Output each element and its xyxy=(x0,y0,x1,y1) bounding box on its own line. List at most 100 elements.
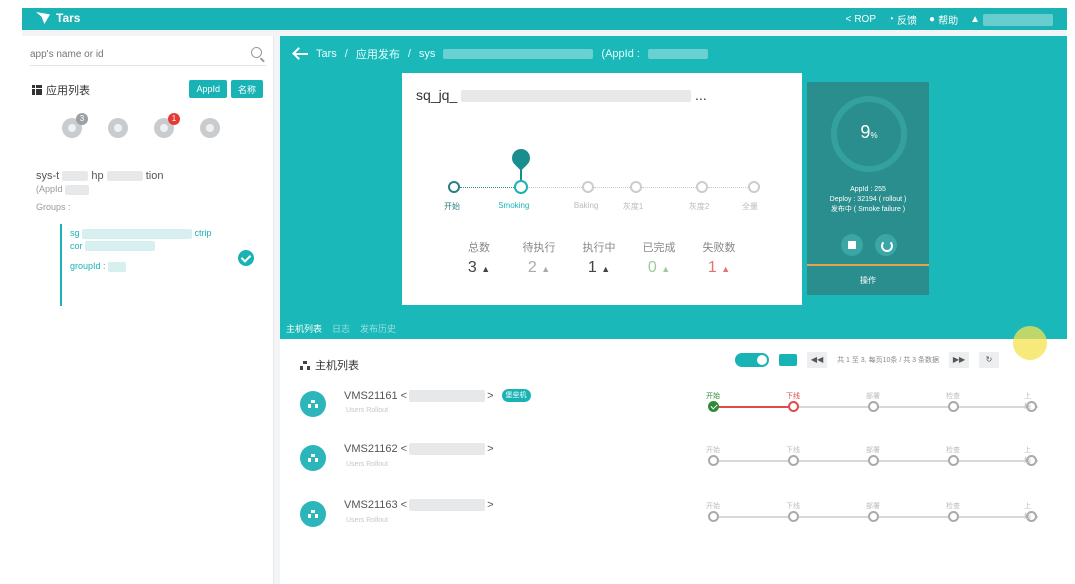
nav-feedback[interactable]: ◔ 反馈 xyxy=(888,12,917,27)
redacted xyxy=(82,228,193,239)
step-connector xyxy=(460,187,514,188)
stat-number: 3 xyxy=(467,259,477,276)
stat-number: 2 xyxy=(527,259,537,276)
app-name-part: hp xyxy=(91,170,104,182)
breadcrumb-separator: / xyxy=(407,48,411,60)
group-item[interactable]: sg ctrip cor groupId : xyxy=(60,224,260,306)
stat-value: 1 ▲ xyxy=(578,259,620,277)
deploy-controls xyxy=(841,234,897,256)
host-name: VMS21163 < > xyxy=(344,499,494,511)
view-toggle[interactable] xyxy=(735,353,770,367)
selected-app-name[interactable]: sys-t hp tion xyxy=(36,170,163,182)
sort-by-name-button[interactable]: 名称 xyxy=(230,80,263,98)
nav-rop[interactable]: < ROP xyxy=(845,14,876,25)
stat-label: 失败数 xyxy=(702,242,736,254)
stat-fail: 失败数 1 ▲ xyxy=(698,239,740,277)
step-pending-icon xyxy=(708,511,719,522)
click-highlight xyxy=(1013,326,1047,360)
step-pending-icon xyxy=(948,511,959,522)
pin-stem xyxy=(520,167,522,181)
redacted xyxy=(85,241,156,252)
group-id: groupId : xyxy=(70,261,260,272)
tab-hosts[interactable]: 主机列表 xyxy=(286,322,322,335)
step-label: 上线 xyxy=(1024,447,1031,464)
step-label: 部署 xyxy=(866,393,880,400)
deploy-header-band: Tars / 应用发布 / sys (AppId : sq_jq_ ... 开始… xyxy=(280,36,1067,339)
step-label: 下线 xyxy=(786,447,800,454)
retry-icon[interactable] xyxy=(875,234,897,256)
step-node xyxy=(448,181,460,193)
view-mode-button[interactable] xyxy=(779,354,798,366)
step-connector xyxy=(594,187,630,188)
tab-logs[interactable]: 日志 xyxy=(332,322,350,335)
host-name-text: VMS21161 < xyxy=(344,389,408,402)
step-pending-icon xyxy=(868,455,879,466)
breadcrumb-app: sys xyxy=(418,48,436,60)
host-step-track: 开始 下线 部署 检查 上线 xyxy=(706,501,1038,527)
nav-rop-label: ROP xyxy=(854,14,876,25)
count-badge: 3 xyxy=(76,113,88,125)
host-row[interactable]: VMS21163 < > Users Rollout 开始 下线 部署 检查 上… xyxy=(300,495,1040,545)
nav-help[interactable]: ● 帮助 xyxy=(929,12,958,27)
breadcrumb-section[interactable]: 应用发布 xyxy=(356,46,400,62)
groups-label: Groups : xyxy=(36,202,71,212)
group-name-part: sg xyxy=(70,228,80,238)
step-pending-icon xyxy=(788,455,799,466)
host-list-toolbar: ◀◀ 共 1 至 3, 每页10条 / 共 3 条数据 ▶▶ ↻ xyxy=(735,352,999,368)
progress-value: 9% xyxy=(837,122,901,143)
user-name-redacted xyxy=(983,13,1053,26)
step-node xyxy=(582,181,594,193)
host-row[interactable]: VMS21161 < > 堡垒机 Users Rollout 开始 下线 部署 … xyxy=(300,385,1040,435)
deploy-info: AppId : 255 Deploy : 32194 ( rollout ) 发… xyxy=(807,185,929,215)
group-subtitle: cor xyxy=(70,241,260,252)
deploy-info-state: 发布中 ( Smoke failure ) xyxy=(830,206,906,213)
pager-summary: 共 1 至 3, 每页10条 / 共 3 条数据 xyxy=(837,357,939,364)
redacted xyxy=(65,184,90,195)
step-label: 下线 xyxy=(786,503,800,510)
host-icon: ▲ xyxy=(541,264,551,274)
host-icon: ▲ xyxy=(481,264,491,274)
first-page-button[interactable]: ◀◀ xyxy=(807,352,828,368)
app-list-title: 应用列表 xyxy=(46,85,90,97)
stat-value: 0 ▲ xyxy=(638,259,680,277)
nav-feedback-label: 反馈 xyxy=(897,16,918,27)
status-filter-icon[interactable]: 1 xyxy=(154,113,180,138)
step-label: 检查 xyxy=(946,503,960,510)
breadcrumb-appid-label: (AppId : xyxy=(601,48,640,60)
status-filter-icon[interactable] xyxy=(108,118,128,138)
brand[interactable]: Tars xyxy=(36,11,80,25)
redacted xyxy=(409,443,486,455)
refresh-icon[interactable]: ↻ xyxy=(979,352,999,368)
step-label: Baking xyxy=(573,201,599,210)
group-id-label: groupId : xyxy=(70,261,106,272)
host-row[interactable]: VMS21162 < > Users Rollout 开始 下线 部署 检查 上… xyxy=(300,439,1040,489)
last-page-button[interactable]: ▶▶ xyxy=(949,352,969,368)
stat-label: 已完成 xyxy=(642,242,676,254)
deploy-status-panel: 9% AppId : 255 Deploy : 32194 ( rollout … xyxy=(807,82,929,295)
search-input[interactable] xyxy=(30,44,230,65)
stat-value: 3 ▲ xyxy=(458,259,500,277)
stat-value: 2 ▲ xyxy=(518,259,560,277)
host-name-text: VMS21163 < xyxy=(344,499,408,511)
step-connector xyxy=(528,187,582,188)
stat-running: 执行中 1 ▲ xyxy=(578,239,620,277)
deploy-info-deploy: Deploy : 32194 ( rollout ) xyxy=(829,196,907,203)
app-id-label: (AppId xyxy=(36,184,63,194)
deploy-card: sq_jq_ ... 开始 Smoking Baking 灰度1 灰度2 全量 … xyxy=(402,73,802,305)
host-list-title: 主机列表 xyxy=(315,360,359,372)
search-icon[interactable] xyxy=(251,47,262,58)
user-menu[interactable]: ▲ xyxy=(970,13,1053,26)
sidebar: 应用列表 AppId 名称 3 1 sys-t hp tion (AppId G… xyxy=(22,36,274,584)
status-filter-icon[interactable]: 3 xyxy=(62,113,88,138)
deploy-stats: 总数 3 ▲ 待执行 2 ▲ 执行中 1 ▲ 已完成 0 ▲ 失败数 1 ▲ xyxy=(458,239,740,277)
stop-icon[interactable] xyxy=(841,234,863,256)
progress-unit: % xyxy=(870,131,878,140)
status-filter-icon[interactable] xyxy=(200,118,220,138)
back-arrow-icon[interactable] xyxy=(294,53,308,55)
tab-history[interactable]: 发布历史 xyxy=(360,322,396,335)
operation-button[interactable]: 操作 xyxy=(807,275,929,286)
detail-tabs: 主机列表 日志 发布历史 xyxy=(286,322,396,335)
sort-by-appid-button[interactable]: AppId xyxy=(189,80,227,98)
step-failed-icon xyxy=(788,401,799,412)
breadcrumb-root[interactable]: Tars xyxy=(316,48,337,60)
